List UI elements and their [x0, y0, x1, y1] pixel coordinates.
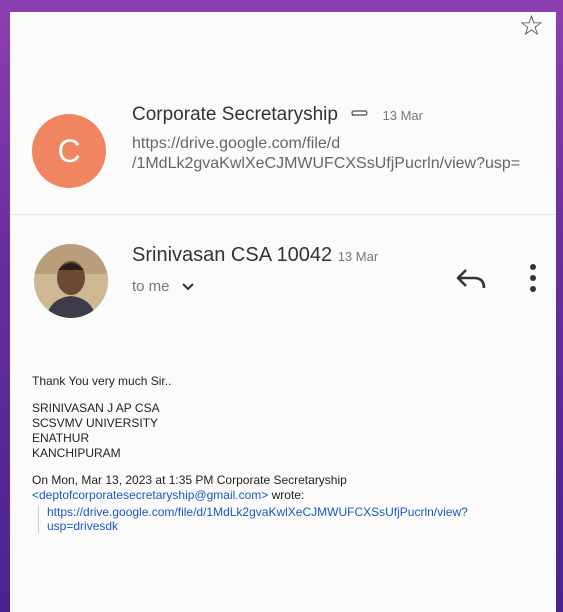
collapsed-message[interactable]: C Corporate Secretaryship 13 Mar https:/… — [10, 94, 556, 215]
more-vert-icon[interactable] — [526, 260, 540, 296]
to-label: to me — [132, 278, 170, 295]
signature-line: KANCHIPURAM — [32, 446, 121, 460]
message-body: Thank You very much Sir.. SRINIVASAN J A… — [32, 374, 546, 533]
collapsed-sender-row: Corporate Secretaryship 13 Mar — [132, 104, 423, 126]
quote-header-line: <deptofcorporatesecretaryship@gmail.com>… — [32, 488, 546, 503]
sender-name: Srinivasan CSA 10042 — [132, 244, 333, 266]
expanded-message-header: Srinivasan CSA 10042 13 Mar to me — [10, 234, 556, 334]
paperclip-icon — [349, 104, 371, 126]
message-date: 13 Mar — [337, 249, 379, 264]
sender-name: Corporate Secretaryship — [132, 104, 338, 126]
star-icon[interactable]: ☆ — [519, 12, 544, 40]
signature-line: ENATHUR — [32, 431, 90, 445]
signature-line: SCSVMV UNIVERSITY — [32, 416, 159, 430]
message-date: 13 Mar — [382, 108, 423, 124]
quoted-link[interactable]: https://drive.google.com/file/d/1MdLk2gv… — [47, 505, 546, 519]
quoted-text: https://drive.google.com/file/d/1MdLk2gv… — [38, 505, 546, 533]
quote-email-link[interactable]: <deptofcorporatesecretaryship@gmail.com> — [32, 488, 268, 502]
signature-line: SRINIVASAN J AP CSA — [32, 401, 160, 415]
expanded-sender-row: Srinivasan CSA 10042 13 Mar — [132, 244, 378, 267]
body-greeting: Thank You very much Sir.. — [32, 374, 172, 388]
signature-block: SRINIVASAN J AP CSA SCSVMV UNIVERSITY EN… — [32, 401, 546, 461]
sender-avatar-photo[interactable] — [34, 244, 108, 318]
recipient-toggle[interactable]: to me — [132, 278, 194, 295]
quote-header-line: On Mon, Mar 13, 2023 at 1:35 PM Corporat… — [32, 473, 347, 487]
top-bar: ☆ — [10, 12, 556, 40]
snippet-line: /1MdLk2gvaKwlXeCJMWUFCXSsUfjPucrln/view?… — [132, 155, 521, 172]
sender-avatar: C — [32, 114, 106, 188]
message-snippet: https://drive.google.com/file/d /1MdLk2g… — [132, 134, 552, 174]
snippet-line: https://drive.google.com/file/d — [132, 135, 341, 152]
chevron-down-icon — [181, 278, 194, 294]
quote-wrote: wrote: — [268, 488, 305, 502]
email-thread-screen: ☆ C Corporate Secretaryship 13 Mar https… — [10, 12, 556, 612]
quote-header: On Mon, Mar 13, 2023 at 1:35 PM Corporat… — [32, 473, 546, 503]
reply-icon[interactable] — [454, 264, 488, 294]
quoted-link[interactable]: usp=drivesdk — [47, 519, 546, 533]
